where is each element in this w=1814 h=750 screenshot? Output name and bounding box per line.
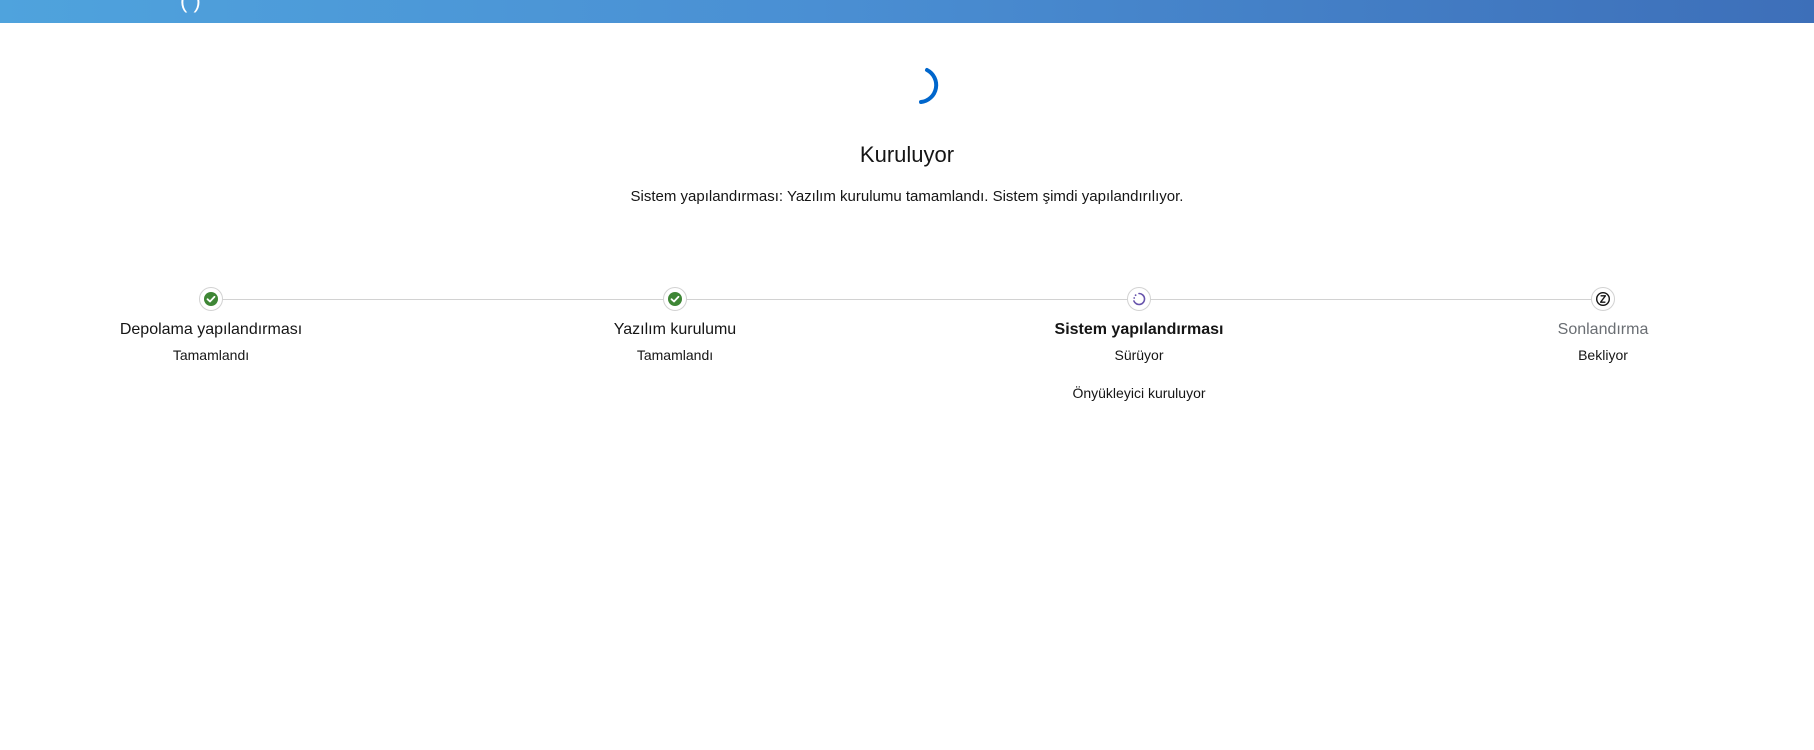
progress-step-software: Yazılım kurulumu Tamamlandı	[515, 287, 835, 363]
in-progress-icon	[1133, 292, 1146, 306]
progress-step-storage: Depolama yapılandırması Tamamlandı	[51, 287, 371, 363]
step-status: Bekliyor	[1578, 347, 1628, 363]
top-header-bar: ( )	[0, 0, 1814, 23]
step-detail: Önyükleyici kuruluyor	[1072, 385, 1206, 401]
page-title: Kuruluyor	[859, 142, 955, 167]
step-title: Yazılım kurulumu	[613, 321, 737, 338]
progress-stepper-line	[210, 299, 1602, 300]
pending-icon	[1595, 291, 1611, 307]
step-title: Sonlandırma	[1557, 321, 1649, 338]
progress-step-system-config: Sistem yapılandırması Sürüyor Önyükleyic…	[979, 287, 1299, 401]
loading-spinner-icon	[919, 68, 939, 104]
step-icon-container	[1591, 287, 1615, 311]
step-title: Depolama yapılandırması	[119, 321, 303, 338]
step-status: Tamamlandı	[172, 347, 250, 363]
header-title: ( )	[180, 0, 201, 13]
step-status: Tamamlandı	[636, 347, 714, 363]
step-icon-container	[199, 287, 223, 311]
check-circle-icon	[204, 292, 218, 306]
page-subtitle: Sistem yapılandırması: Yazılım kurulumu …	[630, 188, 1184, 205]
step-status: Sürüyor	[1114, 347, 1164, 363]
progress-step-finalize: Sonlandırma Bekliyor	[1443, 287, 1763, 363]
step-title: Sistem yapılandırması	[1054, 321, 1224, 338]
check-circle-icon	[668, 292, 682, 306]
step-icon-container	[663, 287, 687, 311]
step-icon-container	[1127, 287, 1151, 311]
